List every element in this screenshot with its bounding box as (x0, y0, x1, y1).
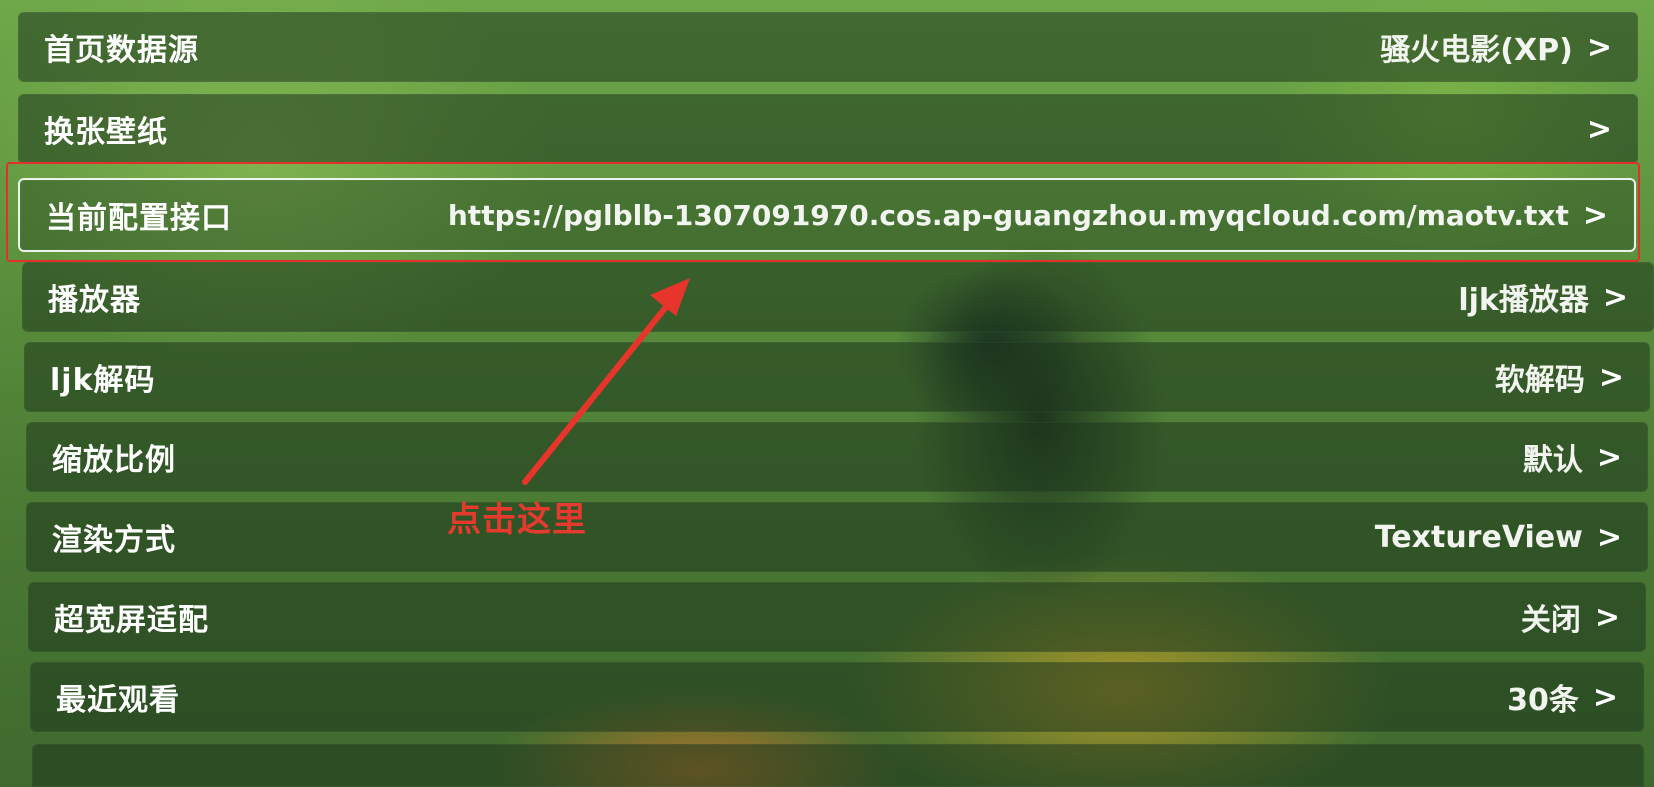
setting-row-current-config-api[interactable]: 当前配置接口 https://pglblb-1307091970.cos.ap-… (18, 178, 1636, 252)
setting-label: 缩放比例 (52, 443, 176, 478)
setting-row-player[interactable]: 播放器 ljk播放器 > (22, 262, 1654, 332)
setting-value: 关闭 (1520, 603, 1581, 638)
setting-value: 30条 (1507, 683, 1579, 718)
chevron-right-icon: > (1598, 359, 1624, 395)
chevron-right-icon: > (1586, 29, 1612, 65)
setting-label: 当前配置接口 (46, 201, 232, 236)
setting-value: TextureView (1374, 519, 1583, 555)
setting-value: 软解码 (1494, 363, 1585, 398)
chevron-right-icon: > (1602, 279, 1628, 315)
setting-value-group: ljk播放器 > (1458, 275, 1628, 319)
setting-row-scale-ratio[interactable]: 缩放比例 默认 > (26, 422, 1648, 492)
setting-row-ultrawide-adapt[interactable]: 超宽屏适配 关闭 > (28, 582, 1646, 652)
setting-value-group: https://pglblb-1307091970.cos.ap-guangzh… (448, 198, 1608, 233)
chevron-right-icon: > (1592, 679, 1618, 715)
setting-row-recent-watch[interactable]: 最近观看 30条 > (30, 662, 1644, 732)
setting-row-ijk-decoding[interactable]: ljk解码 软解码 > (24, 342, 1650, 412)
chevron-right-icon: > (1596, 439, 1622, 475)
setting-label: 超宽屏适配 (54, 603, 209, 638)
config-url-value: https://pglblb-1307091970.cos.ap-guangzh… (447, 198, 1569, 232)
setting-value-group: 默认 > (1523, 435, 1622, 479)
setting-row-render-mode[interactable]: 渲染方式 TextureView > (26, 502, 1648, 572)
setting-value: ljk播放器 (1458, 283, 1589, 318)
setting-value-group: > (1573, 112, 1612, 147)
chevron-right-icon: > (1582, 197, 1608, 233)
setting-row-change-wallpaper[interactable]: 换张壁纸 > (18, 94, 1638, 164)
setting-value-group: 30条 > (1507, 675, 1618, 719)
setting-value-group: TextureView > (1375, 520, 1622, 555)
setting-label: 最近观看 (56, 683, 180, 718)
settings-list: 首页数据源 骚火电影(XP) > 换张壁纸 > 当前配置接口 https://p… (0, 0, 1654, 787)
setting-label: 换张壁纸 (44, 115, 168, 150)
setting-value: 默认 (1522, 443, 1583, 478)
setting-label: 播放器 (48, 283, 141, 318)
setting-value-group: 关闭 > (1521, 595, 1620, 639)
setting-label: 首页数据源 (44, 33, 199, 68)
chevron-right-icon: > (1594, 599, 1620, 635)
setting-label: 渲染方式 (52, 523, 176, 558)
setting-label: ljk解码 (50, 363, 156, 398)
annotation-label: 点击这里 (447, 500, 587, 540)
setting-value-group: 骚火电影(XP) > (1380, 25, 1612, 69)
setting-row-partial[interactable] (32, 744, 1644, 787)
chevron-right-icon: > (1586, 111, 1612, 147)
setting-value: 骚火电影(XP) (1380, 33, 1573, 68)
setting-row-home-data-source[interactable]: 首页数据源 骚火电影(XP) > (18, 12, 1638, 82)
setting-value-group: 软解码 > (1495, 355, 1624, 399)
chevron-right-icon: > (1596, 519, 1622, 555)
